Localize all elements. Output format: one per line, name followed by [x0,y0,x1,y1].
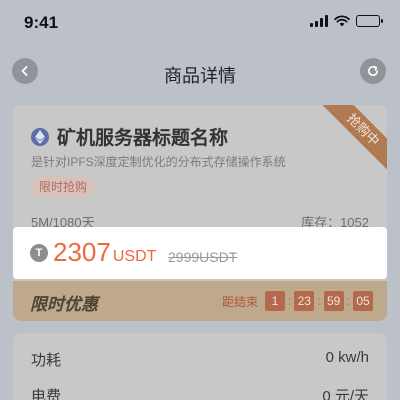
spec-row-power: 功耗 0 kw/h [31,349,369,369]
countdown-hours: 23 [294,291,315,311]
spec-card: 功耗 0 kw/h 电费 0 元/天 [13,333,387,400]
ethereum-icon [31,127,49,146]
status-time: 9:41 [24,13,59,32]
original-price: 2999USDT [168,249,238,265]
countdown-label: 距结束 [221,294,258,309]
wifi-icon [334,15,350,27]
spec-label: 功耗 [31,352,62,369]
title-row: 矿机服务器标题名称 [31,123,228,150]
price-strip: T 2307 USDT 2999USDT [13,227,387,279]
tether-icon: T [30,244,48,262]
page-title: 商品详情 [164,66,236,86]
status-icons [310,15,383,27]
battery-icon [356,15,383,27]
product-card[interactable]: 抢购中 矿机服务器标题名称 是针对IPFS深度定制优化的分布式存储操作系统 限时… [13,105,387,321]
countdown: 距结束 1 : 23 : 59 : 05 [222,291,373,311]
spec-value: 0 元/天 [322,388,369,400]
nav-bar: 商品详情 [0,50,400,94]
refresh-button[interactable] [360,58,386,84]
flash-sale-tag: 限时抢购 [31,176,96,198]
product-description: 是针对IPFS深度定制优化的分布式存储操作系统 [31,155,286,169]
price-value: 2307 [53,237,111,267]
status-ribbon: 抢购中 [319,105,387,174]
spec-row-electricity: 电费 0 元/天 [31,385,369,400]
promo-bar: 限时优惠 距结束 1 : 23 : 59 : 05 [13,281,387,321]
spec-label: 电费 [31,388,62,400]
status-bar: 9:41 [0,0,400,44]
promo-label: 限时优惠 [30,295,98,314]
countdown-seconds: 05 [353,291,373,311]
spec-value: 0 kw/h [325,349,369,366]
countdown-days: 1 [264,291,285,311]
signal-icon [310,15,328,27]
product-title: 矿机服务器标题名称 [57,128,229,149]
price-unit: USDT [112,248,157,265]
countdown-minutes: 59 [323,291,344,311]
current-price: 2307 USDT [53,237,156,268]
refresh-icon [368,65,379,77]
